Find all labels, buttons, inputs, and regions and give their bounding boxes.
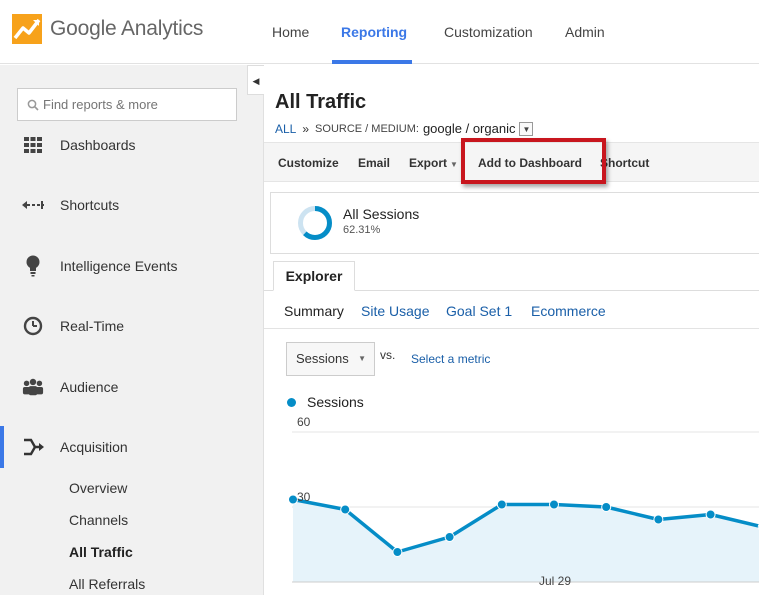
sidebar-item-shortcuts[interactable]: Shortcuts — [0, 185, 263, 225]
caret-down-icon: ▼ — [358, 354, 366, 363]
metric-select[interactable]: Sessions ▼ — [286, 342, 375, 376]
analytics-logo-icon — [12, 14, 42, 44]
legend-label: Sessions — [307, 394, 364, 410]
tab-explorer[interactable]: Explorer — [273, 261, 355, 291]
people-icon — [22, 376, 44, 398]
data-point — [549, 499, 559, 510]
page-title: All Traffic — [275, 91, 367, 113]
data-point — [392, 547, 403, 557]
subtab-goal-set-1[interactable]: Goal Set 1 — [446, 303, 512, 319]
lightbulb-icon — [22, 255, 44, 277]
customize-button[interactable]: Customize — [278, 156, 339, 170]
sidebar-item-label: Dashboards — [60, 137, 136, 153]
sidebar-item-label: Intelligence Events — [60, 258, 178, 274]
subtab-site-usage[interactable]: Site Usage — [361, 303, 429, 319]
nav-home[interactable]: Home — [272, 24, 309, 40]
sidebar-subitem-channels[interactable]: Channels — [69, 512, 128, 528]
google-analytics-logo[interactable]: Google Analytics — [12, 14, 203, 44]
breadcrumb-value: google / organic — [422, 121, 516, 136]
grid-icon — [22, 134, 44, 156]
sidebar-item-acquisition[interactable]: Acquisition — [0, 427, 263, 467]
breadcrumb-dropdown-button[interactable]: ▼ — [519, 121, 534, 136]
sidebar-item-intelligence-events[interactable]: Intelligence Events — [0, 246, 263, 286]
data-point — [705, 509, 716, 520]
sidebar: Dashboards Shortcuts Intelligence Events — [0, 65, 264, 595]
y-tick-label: 60 — [297, 415, 311, 429]
nav-admin[interactable]: Admin — [565, 24, 605, 40]
data-point — [444, 532, 455, 542]
acquisition-arrows-icon — [22, 436, 44, 458]
sidebar-item-real-time[interactable]: Real-Time — [0, 306, 263, 346]
collapse-sidebar-button[interactable]: ◀ — [247, 65, 264, 95]
segment-name: All Sessions — [343, 206, 420, 222]
clock-icon — [22, 315, 44, 337]
explorer-subtabs: Summary Site Usage Goal Set 1 Ecommerce — [264, 291, 759, 329]
export-label: Export — [409, 156, 448, 170]
x-tick-label: Jul 29 — [539, 574, 571, 588]
shortcut-button[interactable]: Shortcut — [600, 156, 649, 170]
data-point — [601, 502, 612, 512]
metric-select-value: Sessions — [296, 351, 349, 366]
search-input[interactable] — [43, 97, 223, 112]
annotation-highlight-box — [461, 138, 606, 184]
breadcrumb: ALL » SOURCE / MEDIUM: google / organic … — [275, 121, 534, 136]
data-point — [340, 504, 351, 515]
export-button[interactable]: Export ▼ — [409, 156, 458, 170]
chart-legend: Sessions — [287, 394, 364, 410]
shortcut-arrow-icon — [22, 194, 44, 216]
main-content: All Traffic ALL » SOURCE / MEDIUM: googl… — [264, 65, 759, 595]
segment-percent: 62.31% — [343, 224, 381, 236]
data-point — [653, 514, 664, 525]
vs-label: vs. — [380, 348, 396, 362]
sidebar-subitem-all-traffic[interactable]: All Traffic — [69, 544, 133, 560]
sidebar-item-label: Audience — [60, 379, 119, 395]
email-button[interactable]: Email — [358, 156, 390, 170]
caret-down-icon: ▼ — [450, 160, 458, 169]
series-area — [293, 499, 759, 582]
breadcrumb-separator: » — [302, 121, 310, 136]
sessions-chart: 30 60 Jul 29 — [288, 415, 759, 588]
sidebar-item-label: Shortcuts — [60, 197, 120, 213]
sidebar-subitem-overview[interactable]: Overview — [69, 480, 127, 496]
top-bar: Google Analytics Home Reporting Customiz… — [0, 0, 759, 64]
chevron-left-icon: ◀ — [252, 76, 260, 86]
segment-card[interactable]: All Sessions 62.31% — [270, 192, 759, 254]
active-nav-indicator — [332, 60, 412, 64]
nav-customization[interactable]: Customization — [444, 24, 533, 40]
sidebar-subitem-all-referrals[interactable]: All Referrals — [69, 576, 145, 592]
logo-text: Google Analytics — [50, 17, 204, 40]
sidebar-item-dashboards[interactable]: Dashboards — [0, 125, 263, 165]
legend-marker — [287, 397, 296, 407]
sidebar-item-audience[interactable]: Audience — [0, 367, 263, 407]
breadcrumb-all-link[interactable]: ALL — [275, 122, 296, 136]
subtab-ecommerce[interactable]: Ecommerce — [531, 303, 606, 319]
breadcrumb-dimension: SOURCE / MEDIUM: — [315, 122, 419, 135]
subtab-summary[interactable]: Summary — [284, 303, 344, 319]
search-box[interactable] — [17, 88, 237, 121]
nav-reporting[interactable]: Reporting — [341, 24, 407, 40]
chevron-down-icon: ▼ — [522, 124, 531, 134]
segment-donut-icon — [298, 206, 332, 240]
select-metric-link[interactable]: Select a metric — [411, 352, 490, 366]
y-tick-label: 30 — [297, 490, 311, 504]
sidebar-item-label: Real-Time — [60, 318, 125, 334]
sidebar-item-label: Acquisition — [60, 439, 128, 455]
search-icon — [27, 99, 39, 111]
data-point — [496, 499, 507, 510]
